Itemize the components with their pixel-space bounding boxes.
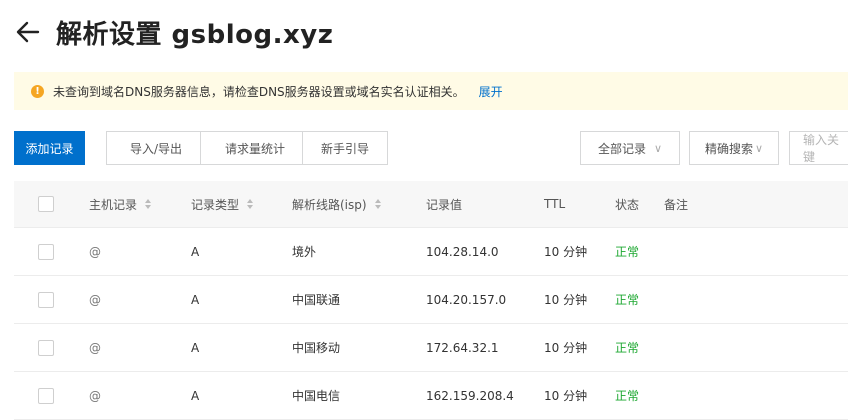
page-title: 解析设置 gsblog.xyz bbox=[56, 19, 334, 50]
column-header-status: 状态 bbox=[615, 181, 639, 227]
row-checkbox[interactable] bbox=[38, 291, 54, 308]
dns-warning-notice: ! 未查询到域名DNS服务器信息，请检查DNS服务器设置或域名实名认证相关。 展… bbox=[14, 72, 848, 110]
column-label: 记录类型 bbox=[191, 197, 240, 212]
search-input[interactable]: 输入关键 bbox=[789, 131, 848, 165]
column-label: 备注 bbox=[664, 197, 689, 212]
row-checkbox[interactable] bbox=[38, 243, 54, 260]
ttl-cell: 10 分钟 bbox=[544, 245, 588, 259]
status-badge: 正常 bbox=[615, 245, 640, 259]
type-cell: A bbox=[191, 388, 200, 403]
request-stats-button[interactable]: 请求量统计 bbox=[200, 131, 310, 165]
status-badge: 正常 bbox=[615, 293, 640, 307]
value-cell: 172.64.32.1 bbox=[426, 340, 499, 355]
value-cell: 162.159.208.4 bbox=[426, 388, 514, 403]
sort-icon[interactable] bbox=[247, 199, 254, 209]
host-cell: @ bbox=[89, 244, 101, 259]
host-cell: @ bbox=[89, 292, 101, 307]
table-header-row: 主机记录 记录类型 解析线路(isp) 记录值 TTL 状态 备注 bbox=[14, 181, 848, 228]
select-all-checkbox[interactable] bbox=[38, 196, 54, 212]
arrow-left-icon[interactable] bbox=[14, 18, 42, 46]
notice-text: 未查询到域名DNS服务器信息，请检查DNS服务器设置或域名实名认证相关。 bbox=[53, 84, 465, 99]
host-cell: @ bbox=[89, 388, 101, 403]
column-header-ttl: TTL bbox=[544, 181, 565, 227]
table-row: @ A 境外 104.28.14.0 10 分钟 正常 bbox=[14, 228, 848, 276]
column-header-line[interactable]: 解析线路(isp) bbox=[292, 181, 381, 227]
ttl-cell: 10 分钟 bbox=[544, 389, 588, 403]
toolbar: 添加记录 导入/导出 请求量统计 新手引导 全部记录 ∨ 精确搜索 ∨ 输入关键 bbox=[14, 131, 848, 167]
line-cell: 中国电信 bbox=[292, 389, 341, 403]
precise-search-label: 精确搜索 bbox=[704, 141, 753, 156]
all-records-label: 全部记录 bbox=[597, 141, 646, 156]
precise-search-dropdown[interactable]: 精确搜索 ∨ bbox=[689, 131, 779, 165]
dns-records-table: 主机记录 记录类型 解析线路(isp) 记录值 TTL 状态 备注 @ A 境外… bbox=[14, 181, 848, 420]
expand-link[interactable]: 展开 bbox=[479, 83, 503, 100]
column-header-value: 记录值 bbox=[426, 181, 462, 227]
import-export-button[interactable]: 导入/导出 bbox=[106, 131, 206, 165]
table-row: @ A 中国移动 172.64.32.1 10 分钟 正常 bbox=[14, 324, 848, 372]
value-cell: 104.28.14.0 bbox=[426, 244, 499, 259]
host-cell: @ bbox=[89, 340, 101, 355]
column-label: TTL bbox=[544, 197, 566, 211]
type-cell: A bbox=[191, 292, 200, 307]
type-cell: A bbox=[191, 340, 200, 355]
type-cell: A bbox=[191, 244, 200, 259]
warning-icon: ! bbox=[31, 84, 44, 98]
column-label: 状态 bbox=[615, 197, 640, 212]
column-header-remark: 备注 bbox=[664, 181, 688, 227]
chevron-down-icon: ∨ bbox=[653, 141, 663, 155]
beginner-guide-button[interactable]: 新手引导 bbox=[302, 131, 388, 165]
page-header: 解析设置 gsblog.xyz bbox=[14, 12, 333, 52]
column-header-host[interactable]: 主机记录 bbox=[89, 181, 152, 227]
all-records-dropdown[interactable]: 全部记录 ∨ bbox=[580, 131, 680, 165]
chevron-down-icon: ∨ bbox=[754, 141, 764, 155]
row-checkbox[interactable] bbox=[38, 339, 54, 356]
line-cell: 境外 bbox=[292, 245, 317, 259]
table-row: @ A 中国联通 104.20.157.0 10 分钟 正常 bbox=[14, 276, 848, 324]
ttl-cell: 10 分钟 bbox=[544, 293, 588, 307]
column-label: 主机记录 bbox=[89, 197, 138, 212]
sort-icon[interactable] bbox=[374, 199, 381, 209]
ttl-cell: 10 分钟 bbox=[544, 341, 588, 355]
add-record-button[interactable]: 添加记录 bbox=[14, 131, 85, 165]
column-label: 解析线路(isp) bbox=[292, 197, 367, 212]
value-cell: 104.20.157.0 bbox=[426, 292, 507, 307]
row-checkbox[interactable] bbox=[38, 387, 54, 404]
column-header-type[interactable]: 记录类型 bbox=[191, 181, 254, 227]
column-label: 记录值 bbox=[426, 197, 463, 212]
line-cell: 中国移动 bbox=[292, 341, 341, 355]
sort-icon[interactable] bbox=[145, 199, 152, 209]
status-badge: 正常 bbox=[615, 389, 640, 403]
line-cell: 中国联通 bbox=[292, 293, 341, 307]
table-row: @ A 中国电信 162.159.208.4 10 分钟 正常 bbox=[14, 372, 848, 420]
status-badge: 正常 bbox=[615, 341, 640, 355]
select-all-cell bbox=[38, 181, 54, 227]
